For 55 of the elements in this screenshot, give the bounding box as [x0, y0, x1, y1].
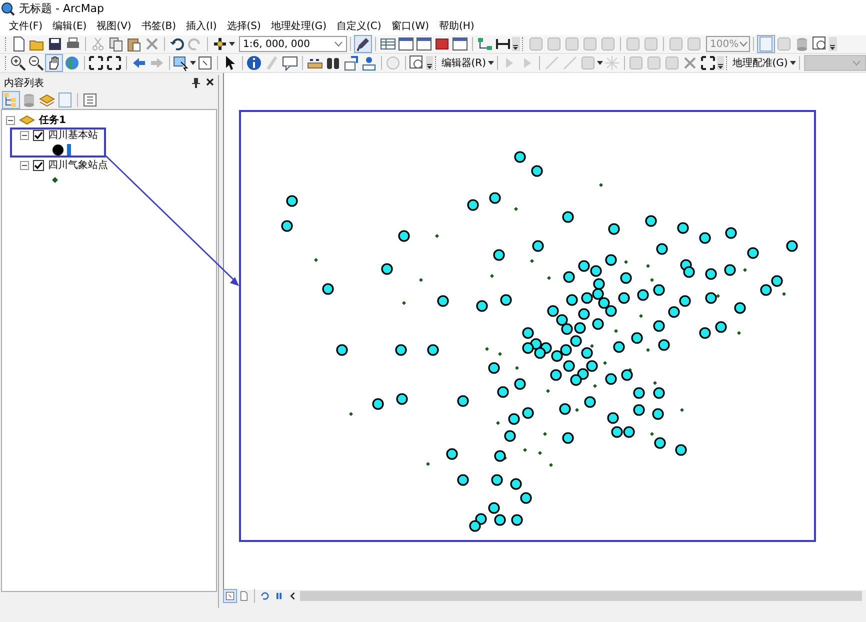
tree-list-icon[interactable] — [2, 91, 20, 109]
menu-item[interactable]: 选择(S) — [222, 19, 266, 33]
zoom-in-icon[interactable] — [8, 54, 27, 72]
overflow-icon[interactable] — [717, 56, 724, 70]
copy-icon[interactable] — [107, 35, 125, 53]
menu-item[interactable]: 视图(V) — [92, 19, 136, 33]
layer-name[interactable]: 四川气象站点 — [48, 160, 108, 172]
collapse-icon[interactable] — [20, 131, 29, 140]
menu-item[interactable]: 自定义(C) — [332, 19, 386, 33]
info-icon[interactable] — [245, 54, 264, 72]
star-icon[interactable] — [602, 54, 621, 72]
frame-icon[interactable] — [223, 589, 237, 603]
frame-icon[interactable] — [196, 54, 214, 72]
save-icon[interactable] — [46, 35, 64, 53]
checkbox[interactable] — [33, 130, 44, 141]
window-title: 无标题 - ArcMap — [19, 1, 104, 16]
zoom-out-icon[interactable] — [26, 54, 45, 72]
menu-item[interactable]: 文件(F) — [4, 19, 48, 33]
panel-title: 内容列表 — [4, 76, 44, 90]
scale-dropdown[interactable]: 1:6, 000, 000 — [239, 36, 347, 52]
menu-item[interactable]: 插入(I) — [181, 19, 222, 33]
data-frame-label[interactable]: 任务1 — [39, 114, 66, 126]
pencil-icon[interactable] — [354, 35, 372, 53]
overflow-icon[interactable] — [829, 37, 837, 51]
close-icon[interactable] — [206, 78, 214, 86]
menu-item[interactable]: 地理处理(G) — [266, 19, 332, 33]
layer-name[interactable]: 四川基本站 — [48, 130, 98, 142]
toolbar-menu[interactable]: 编辑器(R) — [439, 56, 488, 70]
overflow-icon[interactable] — [512, 37, 520, 51]
horizontal-scrollbar[interactable] — [300, 591, 862, 601]
pin-icon[interactable] — [192, 78, 200, 88]
window-icon[interactable] — [451, 35, 469, 53]
menu-item[interactable]: 帮助(H) — [434, 19, 480, 33]
collapse-icon[interactable] — [20, 161, 29, 170]
corners-icon[interactable] — [105, 54, 124, 72]
list-icon[interactable] — [81, 91, 99, 109]
layers-icon — [19, 114, 35, 126]
checkbox[interactable] — [33, 160, 44, 171]
hand-icon[interactable] — [44, 54, 63, 72]
xy-icon[interactable] — [360, 54, 378, 72]
plus-icon[interactable] — [211, 35, 229, 53]
collapse-icon[interactable] — [6, 116, 15, 125]
point-symbol-icon — [52, 177, 58, 183]
window-icon[interactable] — [415, 35, 433, 53]
corners-icon[interactable] — [699, 54, 718, 72]
speech-bubble-icon[interactable] — [281, 54, 300, 72]
menu-item[interactable]: 书签(B) — [136, 19, 182, 33]
corners-icon[interactable] — [87, 54, 106, 72]
menu-item[interactable]: 编辑(E) — [48, 19, 92, 33]
toolbar-menu[interactable]: 地理配准(G) — [730, 56, 790, 70]
overflow-icon[interactable] — [426, 56, 434, 70]
select-icon[interactable] — [172, 54, 190, 72]
window-icon[interactable] — [397, 35, 415, 53]
circle-symbol-icon — [52, 143, 74, 157]
menu-item[interactable]: 窗口(W) — [386, 19, 434, 33]
